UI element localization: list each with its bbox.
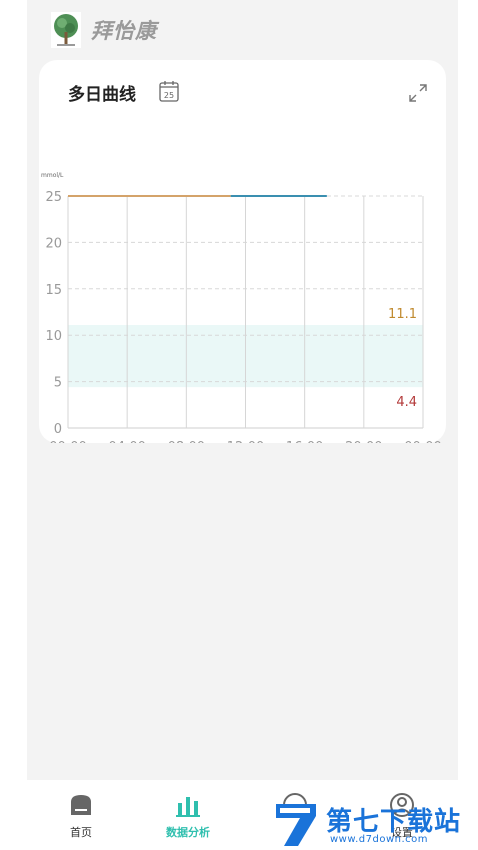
tab-home[interactable]: 首页 bbox=[36, 780, 126, 840]
x-tick-label: 16:00 bbox=[286, 440, 323, 443]
y-tick-label: 25 bbox=[45, 190, 62, 205]
calendar-icon[interactable]: 25 bbox=[159, 80, 179, 102]
y-tick-label: 10 bbox=[45, 329, 62, 344]
y-unit-label: mmol/L bbox=[41, 172, 64, 179]
multi-day-curve-card: 多日曲线 25 mmol/L 0 5 10 15 20 25 00:00 04:00 08:00 1… bbox=[39, 60, 446, 443]
tree-logo-icon bbox=[51, 12, 81, 48]
y-tick-label: 20 bbox=[45, 236, 62, 251]
x-tick-label: 08:00 bbox=[168, 440, 205, 443]
card-title: 多日曲线 bbox=[68, 85, 136, 105]
target-high-label: 11.1 bbox=[388, 307, 417, 322]
brand-header: 拜怡康 bbox=[51, 12, 157, 48]
y-tick-label: 5 bbox=[54, 376, 62, 391]
y-tick-label: 0 bbox=[54, 422, 62, 437]
brand-name: 拜怡康 bbox=[91, 19, 157, 43]
x-tick-label: 20:00 bbox=[345, 440, 382, 443]
x-tick-label: 00:00 bbox=[49, 440, 86, 443]
x-tick-label: 12:00 bbox=[227, 440, 264, 443]
x-tick-label: 04:00 bbox=[108, 440, 145, 443]
y-tick-label: 15 bbox=[45, 283, 62, 298]
x-tick-label: 00:00 bbox=[404, 440, 441, 443]
watermark-url: www.d7down.com bbox=[330, 834, 429, 845]
home-icon bbox=[71, 795, 91, 815]
watermark: 第七下载站 www.d7down.com bbox=[272, 798, 478, 850]
expand-icon[interactable] bbox=[409, 84, 427, 102]
watermark-text: 第七下载站 bbox=[326, 807, 462, 837]
glucose-chart: mmol/L 0 5 10 15 20 25 00:00 04:00 08:00 12:00 16:0… bbox=[41, 172, 442, 443]
tab-home-label: 首页 bbox=[70, 826, 92, 839]
calendar-day: 25 bbox=[164, 91, 174, 100]
tab-data-analysis-label: 数据分析 bbox=[166, 826, 210, 839]
target-low-label: 4.4 bbox=[396, 395, 417, 410]
bar-chart-icon bbox=[176, 797, 200, 817]
tab-data-analysis[interactable]: 数据分析 bbox=[143, 780, 233, 840]
app-screen: 拜怡康 多日曲线 25 mmol/L 0 5 10 15 20 25 00:00 04:00 08… bbox=[27, 0, 458, 780]
watermark-logo-icon bbox=[276, 804, 316, 846]
